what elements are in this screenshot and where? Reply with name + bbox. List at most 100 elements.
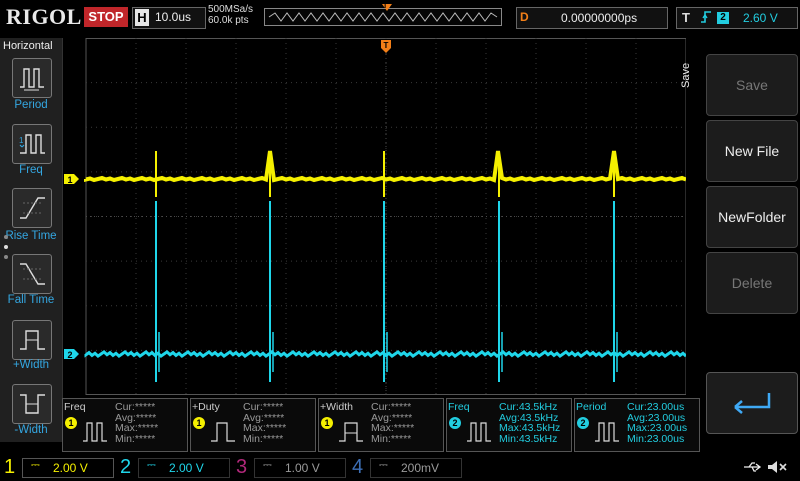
sample-rate: 500MSa/s bbox=[208, 4, 254, 15]
channel-scale: 2.00 V bbox=[169, 461, 204, 475]
measurement-name: Freq bbox=[448, 401, 470, 413]
channel-number: 3 bbox=[236, 456, 248, 478]
measurement-max: Max:43.5kHz bbox=[499, 422, 561, 434]
delay-label: D bbox=[520, 10, 529, 24]
speaker-mute-icon[interactable] bbox=[766, 458, 788, 481]
measurement-values: Cur:***** Avg:***** Max:***** Min:***** bbox=[115, 402, 158, 444]
measurement-min: Min:43.5kHz bbox=[499, 432, 558, 445]
channel-scale: 200mV bbox=[401, 461, 440, 475]
measurement-min: Min:***** bbox=[243, 432, 284, 445]
channel-badge: 1 bbox=[193, 417, 205, 429]
measurement-name: Freq bbox=[64, 401, 86, 413]
memory-position-bar[interactable]: T bbox=[264, 3, 502, 26]
measure-period-button[interactable] bbox=[12, 58, 52, 98]
measure-pos-width-label: +Width bbox=[12, 359, 50, 371]
measurement-min: Min:***** bbox=[371, 432, 412, 445]
acquisition-info: 500MSa/s 60.0k pts bbox=[208, 4, 253, 26]
freq-icon: 1 bbox=[19, 134, 45, 154]
measurement-values: Cur:43.5kHz Avg:43.5kHz Max:43.5kHz Min:… bbox=[499, 402, 560, 444]
channel-4-status[interactable]: 4 ⎓ 200mV bbox=[348, 456, 462, 480]
freq-icon bbox=[83, 422, 107, 442]
menu-title: Horizontal bbox=[3, 40, 53, 52]
channel-scale-box: ⎓ 2.00 V bbox=[22, 458, 114, 478]
pos-width-icon bbox=[20, 330, 45, 350]
usb-icon bbox=[742, 460, 762, 477]
period-icon bbox=[20, 68, 44, 91]
neg-width-icon bbox=[20, 394, 45, 414]
new-file-button[interactable]: New File bbox=[706, 120, 798, 182]
top-status-bar: RIGOL STOP H 10.0us 500MSa/s 60.0k pts T… bbox=[0, 0, 800, 36]
delay-box[interactable]: D 0.00000000ps bbox=[516, 7, 668, 29]
trigger-label: T bbox=[682, 10, 690, 25]
measure-freq-button[interactable]: 1 bbox=[12, 124, 52, 164]
measurement-name: +Duty bbox=[192, 401, 220, 413]
pos-duty-icon bbox=[211, 422, 235, 442]
timebase-box[interactable]: H 10.0us bbox=[132, 7, 206, 29]
delay-value: 0.00000000ps bbox=[561, 11, 638, 25]
svg-text:1: 1 bbox=[19, 136, 24, 145]
channel-badge: 1 bbox=[321, 417, 333, 429]
new-folder-button-label: NewFolder bbox=[718, 209, 786, 225]
channel-number: 1 bbox=[4, 456, 16, 478]
channel-3-status[interactable]: 3 ⎓ 1.00 V bbox=[232, 456, 346, 480]
channel-scale: 2.00 V bbox=[53, 461, 88, 475]
channel-number: 2 bbox=[120, 456, 132, 478]
measurement-max: Max:23.00us bbox=[627, 422, 688, 434]
new-folder-button[interactable]: NewFolder bbox=[706, 186, 798, 248]
measurement-min: Min:***** bbox=[115, 432, 156, 445]
measurement-name: Period bbox=[576, 401, 607, 413]
save-menu-panel: Save Save New File NewFolder Delete bbox=[680, 38, 800, 442]
measurement-item[interactable]: Period 2 Cur:23.00us Avg:23.00us Max:23.… bbox=[574, 398, 700, 452]
period-icon bbox=[595, 422, 619, 442]
channel-2-status[interactable]: 2 ⎓ 2.00 V bbox=[116, 456, 230, 480]
channel-badge: 2 bbox=[449, 417, 461, 429]
rising-edge-icon bbox=[700, 9, 712, 28]
channel-1-trace bbox=[84, 150, 687, 183]
channel-1-status[interactable]: 1 ⎓ 2.00 V bbox=[0, 456, 114, 480]
dc-coupling-icon: ⎓ bbox=[379, 459, 388, 471]
measure-pos-width-button[interactable] bbox=[12, 320, 52, 360]
run-stop-indicator[interactable]: STOP bbox=[84, 7, 128, 27]
channel-2-marker-label: 2 bbox=[67, 350, 72, 360]
measurement-item[interactable]: +Width 1 Cur:***** Avg:***** Max:***** M… bbox=[318, 398, 444, 452]
waveform-display[interactable]: T 1 2 bbox=[62, 38, 702, 395]
trigger-source-badge: 2 bbox=[717, 12, 729, 24]
measure-neg-width-button[interactable] bbox=[12, 384, 52, 424]
timebase-value: 10.0us bbox=[155, 10, 192, 24]
dc-coupling-icon: ⎓ bbox=[31, 459, 40, 471]
channel-number: 4 bbox=[352, 456, 364, 478]
measurement-item[interactable]: Freq 1 Cur:***** Avg:***** Max:***** Min… bbox=[62, 398, 188, 452]
measure-fall-time-button[interactable] bbox=[12, 254, 52, 294]
enter-icon bbox=[734, 393, 771, 414]
measure-freq-label: Freq bbox=[19, 164, 43, 176]
new-file-button-label: New File bbox=[724, 143, 780, 159]
measurement-item[interactable]: +Duty 1 Cur:***** Avg:***** Max:***** Mi… bbox=[190, 398, 316, 452]
pos-width-icon bbox=[339, 422, 363, 442]
dc-coupling-icon: ⎓ bbox=[263, 459, 272, 471]
menu-page-dots-icon bbox=[4, 235, 8, 259]
measurement-max: Max:***** bbox=[115, 422, 159, 434]
channel-badge: 2 bbox=[577, 417, 589, 429]
channel-scale-box: ⎓ 1.00 V bbox=[254, 458, 346, 478]
save-button-label: Save bbox=[736, 77, 768, 93]
measurement-cur: Cur:43.5kHz bbox=[499, 401, 558, 413]
delete-button-label: Delete bbox=[731, 275, 773, 291]
trigger-marker-letter: T bbox=[383, 3, 388, 10]
measurement-cur: Cur:23.00us bbox=[627, 401, 685, 413]
measurement-item[interactable]: Freq 2 Cur:43.5kHz Avg:43.5kHz Max:43.5k… bbox=[446, 398, 572, 452]
memory-waveform-preview bbox=[268, 12, 498, 22]
waveform-graticule: T 1 2 bbox=[64, 38, 700, 395]
measurement-name: +Width bbox=[320, 401, 353, 413]
channel-scale-box: ⎓ 2.00 V bbox=[138, 458, 230, 478]
measure-rise-time-button[interactable] bbox=[12, 188, 52, 228]
memory-depth: 60.0k pts bbox=[208, 15, 249, 26]
save-button[interactable]: Save bbox=[706, 54, 798, 116]
measure-neg-width-label: -Width bbox=[14, 424, 48, 436]
enter-button[interactable] bbox=[706, 372, 798, 434]
measurement-max: Max:***** bbox=[243, 422, 287, 434]
trigger-box[interactable]: T 2 2.60 V bbox=[676, 7, 798, 29]
fall-time-icon bbox=[20, 263, 45, 285]
delete-button[interactable]: Delete bbox=[706, 252, 798, 314]
channel-status-bar: 1 ⎓ 2.00 V 2 ⎓ 2.00 V 3 ⎓ 1.00 V 4 ⎓ 200… bbox=[0, 456, 800, 480]
trigger-level: 2.60 V bbox=[743, 11, 778, 25]
